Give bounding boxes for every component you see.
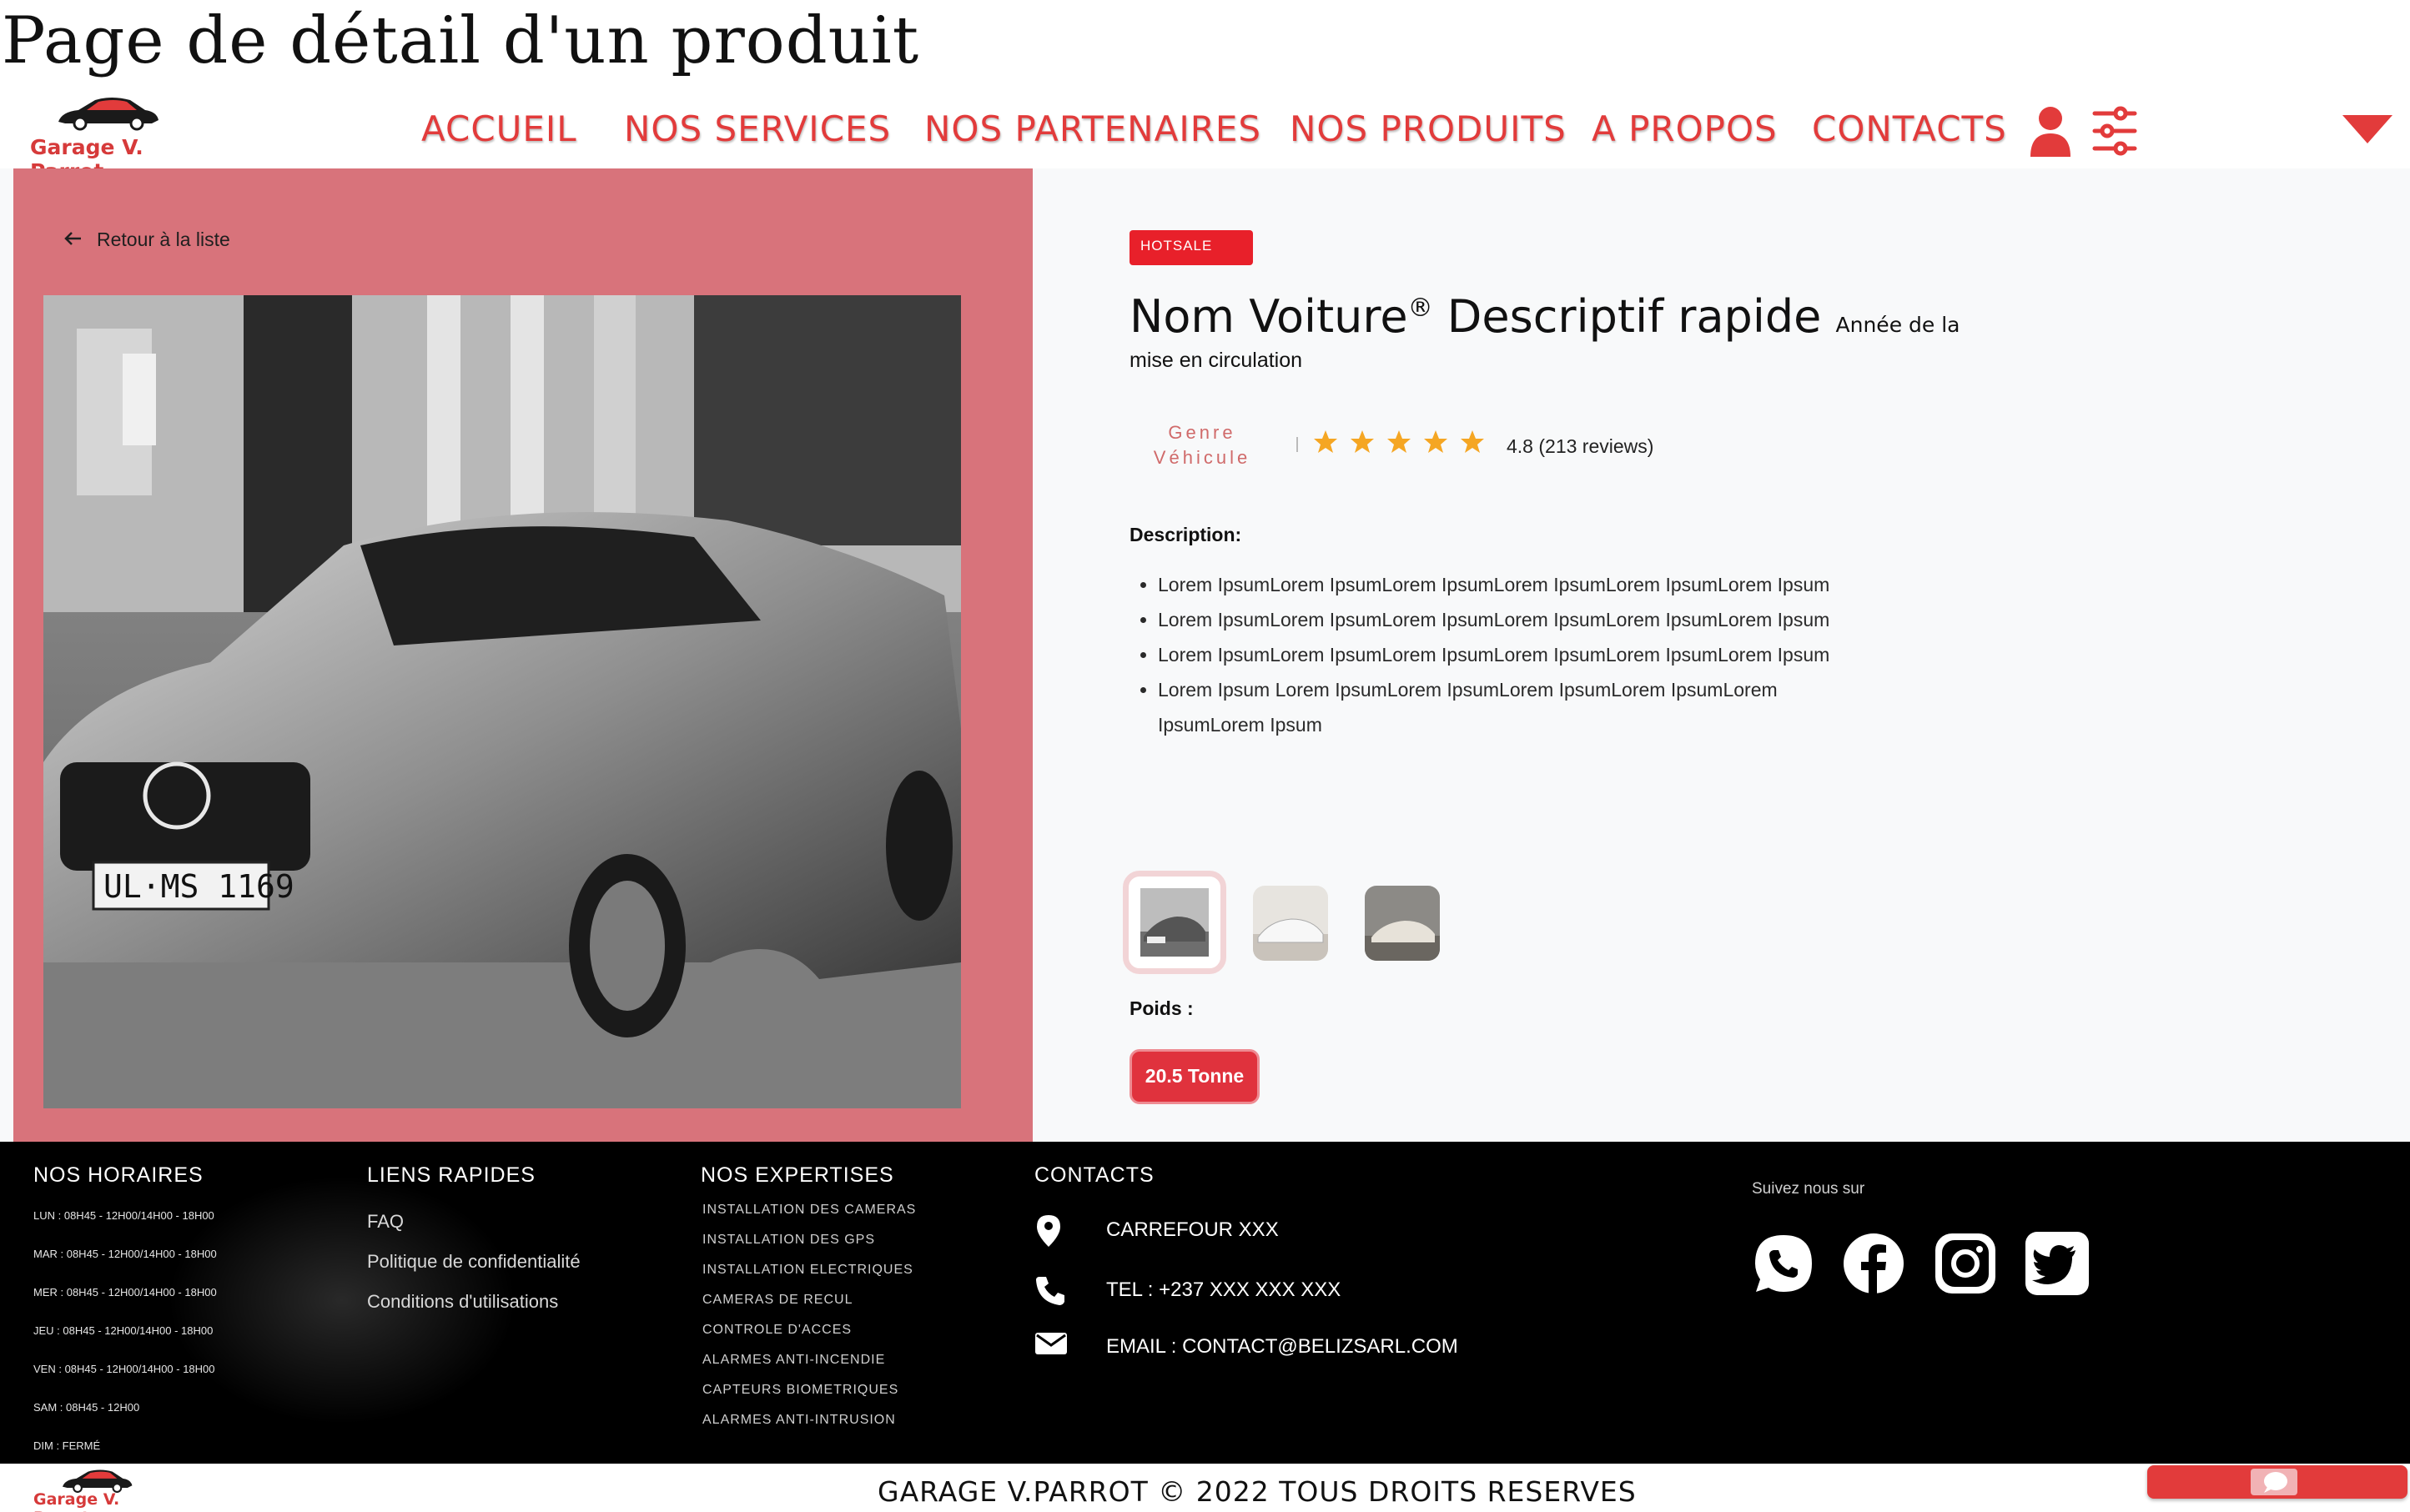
product-main-image: UL·MS 1169 [43, 295, 961, 1108]
product-detail: Retour à la liste UL·MS 1169 HOTSALE Nom… [0, 168, 2410, 1142]
phone-text[interactable]: TEL : +237 XXX XXX XXX [1106, 1278, 1341, 1302]
nav-accueil[interactable]: ACCUEIL [421, 108, 577, 149]
description-list: Lorem IpsumLorem IpsumLorem IpsumLorem I… [1158, 567, 1842, 742]
description-label: Description: [1130, 524, 1242, 545]
footer-link-privacy[interactable]: Politique de confidentialité [367, 1242, 581, 1282]
arrow-left-icon [63, 229, 97, 251]
footer-contacts-title: CONTACTS [1034, 1163, 1155, 1187]
expertise-item: INSTALLATION ELECTRIQUES [702, 1263, 913, 1277]
location-pin-icon [1034, 1213, 1063, 1253]
vehicle-genre: Genre Véhicule [1153, 422, 1251, 468]
trademark-symbol: ® [1407, 294, 1433, 323]
back-to-list-link[interactable]: Retour à la liste [63, 229, 230, 251]
product-name: Nom Voiture [1130, 290, 1408, 343]
chat-icon [2251, 1469, 2297, 1495]
hours-item: DIM : FERMÉ [33, 1439, 101, 1452]
product-year-label: Année de la [1835, 313, 1960, 337]
product-subtitle: mise en circulation [1130, 349, 1303, 372]
expertise-item: INSTALLATION DES CAMERAS [702, 1203, 917, 1217]
user-icon[interactable] [2029, 105, 2072, 161]
thumbnail-2[interactable] [1253, 886, 1328, 961]
chat-widget-button[interactable] [2147, 1465, 2407, 1499]
footer-hours-list: LUN : 08H45 - 12H00/14H00 - 18H00 MAR : … [33, 1197, 217, 1465]
hours-item: MER : 08H45 - 12H00/14H00 - 18H00 [33, 1286, 217, 1299]
hours-item: JEU : 08H45 - 12H00/14H00 - 18H00 [33, 1324, 214, 1337]
top-navbar: Garage V. Parrot ACCUEIL NOS SERVICES NO… [0, 90, 2410, 183]
svg-text:UL·MS 1169: UL·MS 1169 [103, 868, 294, 905]
star-icon [1461, 430, 1484, 453]
product-title: Nom Voiture® Descriptif rapide Année de … [1130, 290, 1960, 343]
page-heading: Page de détail d'un produit [2, 3, 920, 78]
expertise-item: CAMERAS DE RECUL [702, 1293, 853, 1307]
weight-label: Poids : [1130, 997, 1194, 1019]
divider [1296, 437, 1298, 452]
hotsale-badge: HOTSALE [1130, 230, 1253, 265]
nav-a-propos[interactable]: A PROPOS [1592, 108, 1778, 149]
hours-item: LUN : 08H45 - 12H00/14H00 - 18H00 [33, 1209, 214, 1222]
mail-icon [1034, 1330, 1068, 1361]
footer-links-title: LIENS RAPIDES [367, 1163, 536, 1187]
thumbnail-3[interactable] [1365, 886, 1440, 961]
follow-us-label: Suivez nous sur [1752, 1180, 1865, 1198]
rating-text: 4.8 (213 reviews) [1507, 435, 1654, 457]
footer-link-faq[interactable]: FAQ [367, 1202, 581, 1242]
bottom-bar: Garage V. Parrot GARAGE V.PARROT © 2022 … [0, 1464, 2410, 1512]
expertise-item: CONTROLE D'ACCES [702, 1323, 853, 1337]
product-image-panel: Retour à la liste UL·MS 1169 [13, 168, 1033, 1142]
rating-stars [1313, 429, 1497, 459]
footer-links-list: FAQ Politique de confidentialité Conditi… [367, 1202, 581, 1322]
footer-link-terms[interactable]: Conditions d'utilisations [367, 1282, 581, 1322]
star-icon [1314, 430, 1337, 453]
expertise-item: INSTALLATION DES GPS [702, 1233, 876, 1247]
address-text: CARREFOUR XXX [1106, 1218, 1279, 1241]
description-item: Lorem Ipsum Lorem IpsumLorem IpsumLorem … [1158, 672, 1842, 742]
car-logo-icon [58, 98, 158, 131]
facebook-icon[interactable] [1842, 1232, 1905, 1295]
caret-down-icon[interactable] [2342, 115, 2392, 148]
star-icon [1387, 430, 1411, 453]
hours-item: MAR : 08H45 - 12H00/14H00 - 18H00 [33, 1248, 217, 1260]
brand-logo[interactable]: Garage V. Parrot [25, 93, 209, 183]
description-item: Lorem IpsumLorem IpsumLorem IpsumLorem I… [1158, 567, 1842, 602]
copyright-text: GARAGE V.PARROT © 2022 TOUS DROITS RESER… [878, 1475, 1637, 1508]
description-item: Lorem IpsumLorem IpsumLorem IpsumLorem I… [1158, 602, 1842, 637]
back-to-list-label: Retour à la liste [97, 229, 230, 250]
footer-expertise-title: NOS EXPERTISES [701, 1163, 894, 1187]
email-text[interactable]: EMAIL : CONTACT@BELIZSARL.COM [1106, 1335, 1458, 1359]
product-short-desc: Descriptif rapide [1447, 290, 1822, 343]
nav-nos-services[interactable]: NOS SERVICES [624, 108, 891, 149]
nav-nos-partenaires[interactable]: NOS PARTENAIRES [924, 108, 1261, 149]
footer-hours-title: NOS HORAIRES [33, 1163, 204, 1187]
twitter-icon[interactable] [2024, 1232, 2089, 1295]
star-icon [1424, 430, 1447, 453]
footer-brand-name: Garage V. Parrot [33, 1490, 120, 1512]
star-icon [1351, 430, 1374, 453]
weight-value-button[interactable]: 20.5 Tonne [1130, 1049, 1260, 1104]
phone-icon [1034, 1273, 1068, 1313]
instagram-icon[interactable] [1934, 1232, 1997, 1295]
nav-nos-produits[interactable]: NOS PRODUITS [1290, 108, 1567, 149]
footer-expertise-list: INSTALLATION DES CAMERAS INSTALLATION DE… [702, 1195, 916, 1435]
expertise-item: ALARMES ANTI-INTRUSION [702, 1413, 896, 1427]
thumbnail-1[interactable] [1123, 871, 1226, 974]
description-item: Lorem IpsumLorem IpsumLorem IpsumLorem I… [1158, 637, 1842, 672]
expertise-item: CAPTEURS BIOMETRIQUES [702, 1383, 899, 1397]
hours-item: VEN : 08H45 - 12H00/14H00 - 18H00 [33, 1363, 215, 1375]
nav-contacts[interactable]: CONTACTS [1812, 108, 2007, 149]
hours-item: SAM : 08H45 - 12H00 [33, 1401, 140, 1414]
whatsapp-icon[interactable] [1752, 1232, 1815, 1295]
expertise-item: ALARMES ANTI-INCENDIE [702, 1353, 886, 1367]
footer: NOS HORAIRES LUN : 08H45 - 12H00/14H00 -… [0, 1142, 2410, 1464]
filter-sliders-icon[interactable] [2092, 105, 2137, 161]
footer-brand-logo[interactable]: Garage V. Parrot [32, 1467, 174, 1512]
